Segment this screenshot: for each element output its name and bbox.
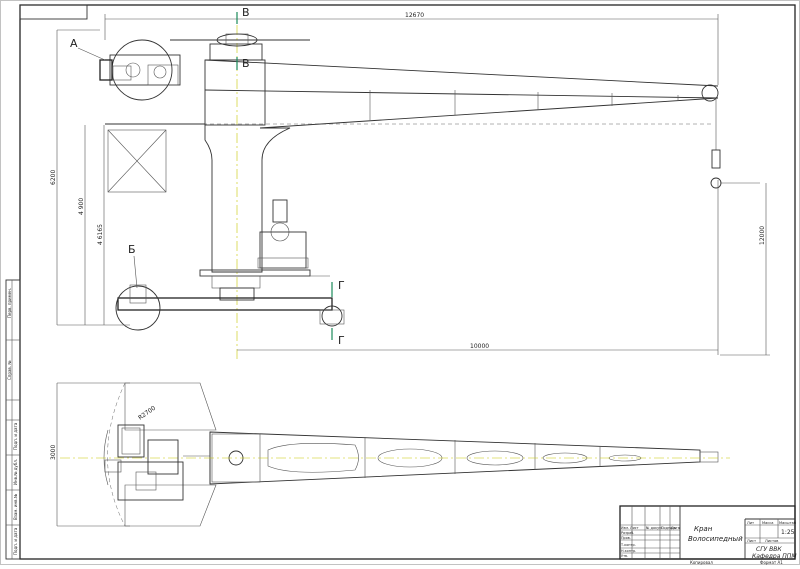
dim-height-total: 6200 (50, 170, 57, 185)
tb-col-date: Дата (671, 526, 680, 530)
tb-scale-label: Масштаб (779, 521, 797, 525)
tb-sheet-label: Лист (747, 539, 756, 543)
footer-format: Формат А1 (760, 560, 783, 565)
margin-stamp-4: Инв.№ дубл. (13, 459, 18, 485)
margin-stamp-3: Подп. и дата (13, 422, 18, 450)
tb-row-4: Т.контр. (620, 543, 636, 547)
tb-title-line2: Волосипедный (688, 535, 743, 543)
crane-drawing: Перв. примен. Справ. № Подп. и дата Инв.… (0, 0, 800, 565)
tb-row-1: Изм. Лист (621, 526, 639, 530)
tb-title-line1: Кран (694, 525, 713, 533)
dim-height-mast: 4 900 (78, 198, 85, 215)
label-view-be: Б (128, 243, 136, 256)
label-view-a: А (70, 37, 78, 50)
dim-span: 10000 (470, 343, 489, 350)
dim-height-lift: 4 6165 (97, 224, 104, 245)
drawing-sheet: Перв. примен. Справ. № Подп. и дата Инв.… (0, 0, 800, 565)
margin-stamp-2: Справ. № (7, 361, 12, 380)
dim-plan-width: 3000 (50, 445, 57, 460)
tb-row-5: Н.контр. (621, 549, 636, 553)
tb-mass-label: Масса (762, 521, 773, 525)
footer-copied: Копировал (690, 560, 713, 565)
tb-sheets-label: Листов (765, 539, 778, 543)
tb-lit-label: Лит (747, 521, 754, 525)
label-view-b-top: В (242, 6, 250, 19)
label-view-g-bottom: Г (338, 334, 345, 347)
tb-scale: 1:25 (781, 529, 795, 536)
tb-org-2: Кафедра ППМ (752, 553, 797, 560)
dim-hook-travel: 12000 (759, 226, 766, 245)
tb-org-1: СГУ ВВК (756, 546, 782, 553)
margin-stamp-1: Перв. примен. (7, 288, 12, 318)
margin-stamp-6: Подп. и дата (13, 527, 18, 555)
tb-row-3: Пров. (621, 536, 631, 540)
margin-stamp-5: Взам. инв.№ (13, 494, 18, 520)
label-view-b-bottom: В (242, 57, 250, 70)
dim-outreach-text: 12670 (405, 12, 424, 19)
tb-row-2: Разраб. (621, 531, 634, 535)
label-view-g-top: Г (338, 279, 345, 292)
tb-row-6: Утв. (621, 554, 628, 558)
